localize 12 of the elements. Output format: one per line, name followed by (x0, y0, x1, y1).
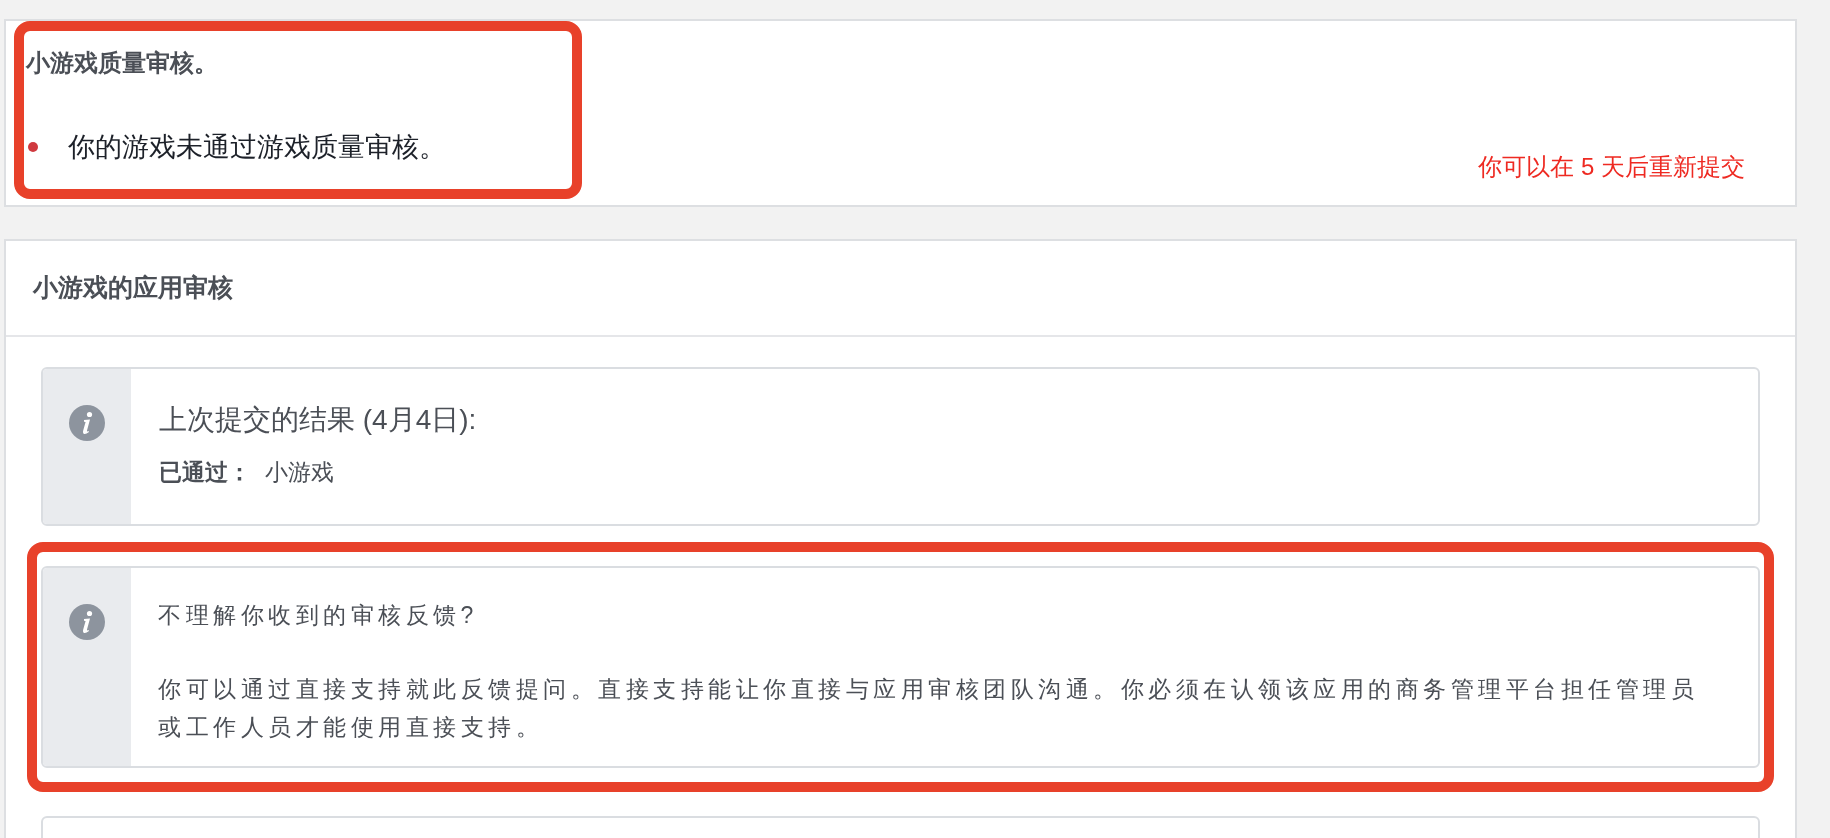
card-title: 小游戏的应用审核 (33, 272, 233, 304)
info-icon (69, 405, 105, 441)
notice-title: 上次提交的结果 (4月4日): (159, 403, 477, 437)
resubmit-note: 你可以在 5 天后重新提交 (1478, 152, 1745, 182)
status-label: 已通过： (159, 458, 251, 487)
notice-body: 你可以通过直接支持就此反馈提问。直接支持能让你直接与应用审核团队沟通。你必须在认领该应用的商务管理平台担任管理员或工作人员才能使用直接支持。 (158, 674, 1699, 742)
section-title: 小游戏质量审核。 (26, 48, 219, 78)
status-value: 小游戏 (265, 458, 334, 487)
info-icon (69, 603, 105, 640)
notice-question: 不理解你收到的审核反馈? (158, 600, 479, 630)
bullet-icon (28, 142, 38, 153)
review-result: 你的游戏未通过游戏质量审核。 (68, 131, 446, 164)
